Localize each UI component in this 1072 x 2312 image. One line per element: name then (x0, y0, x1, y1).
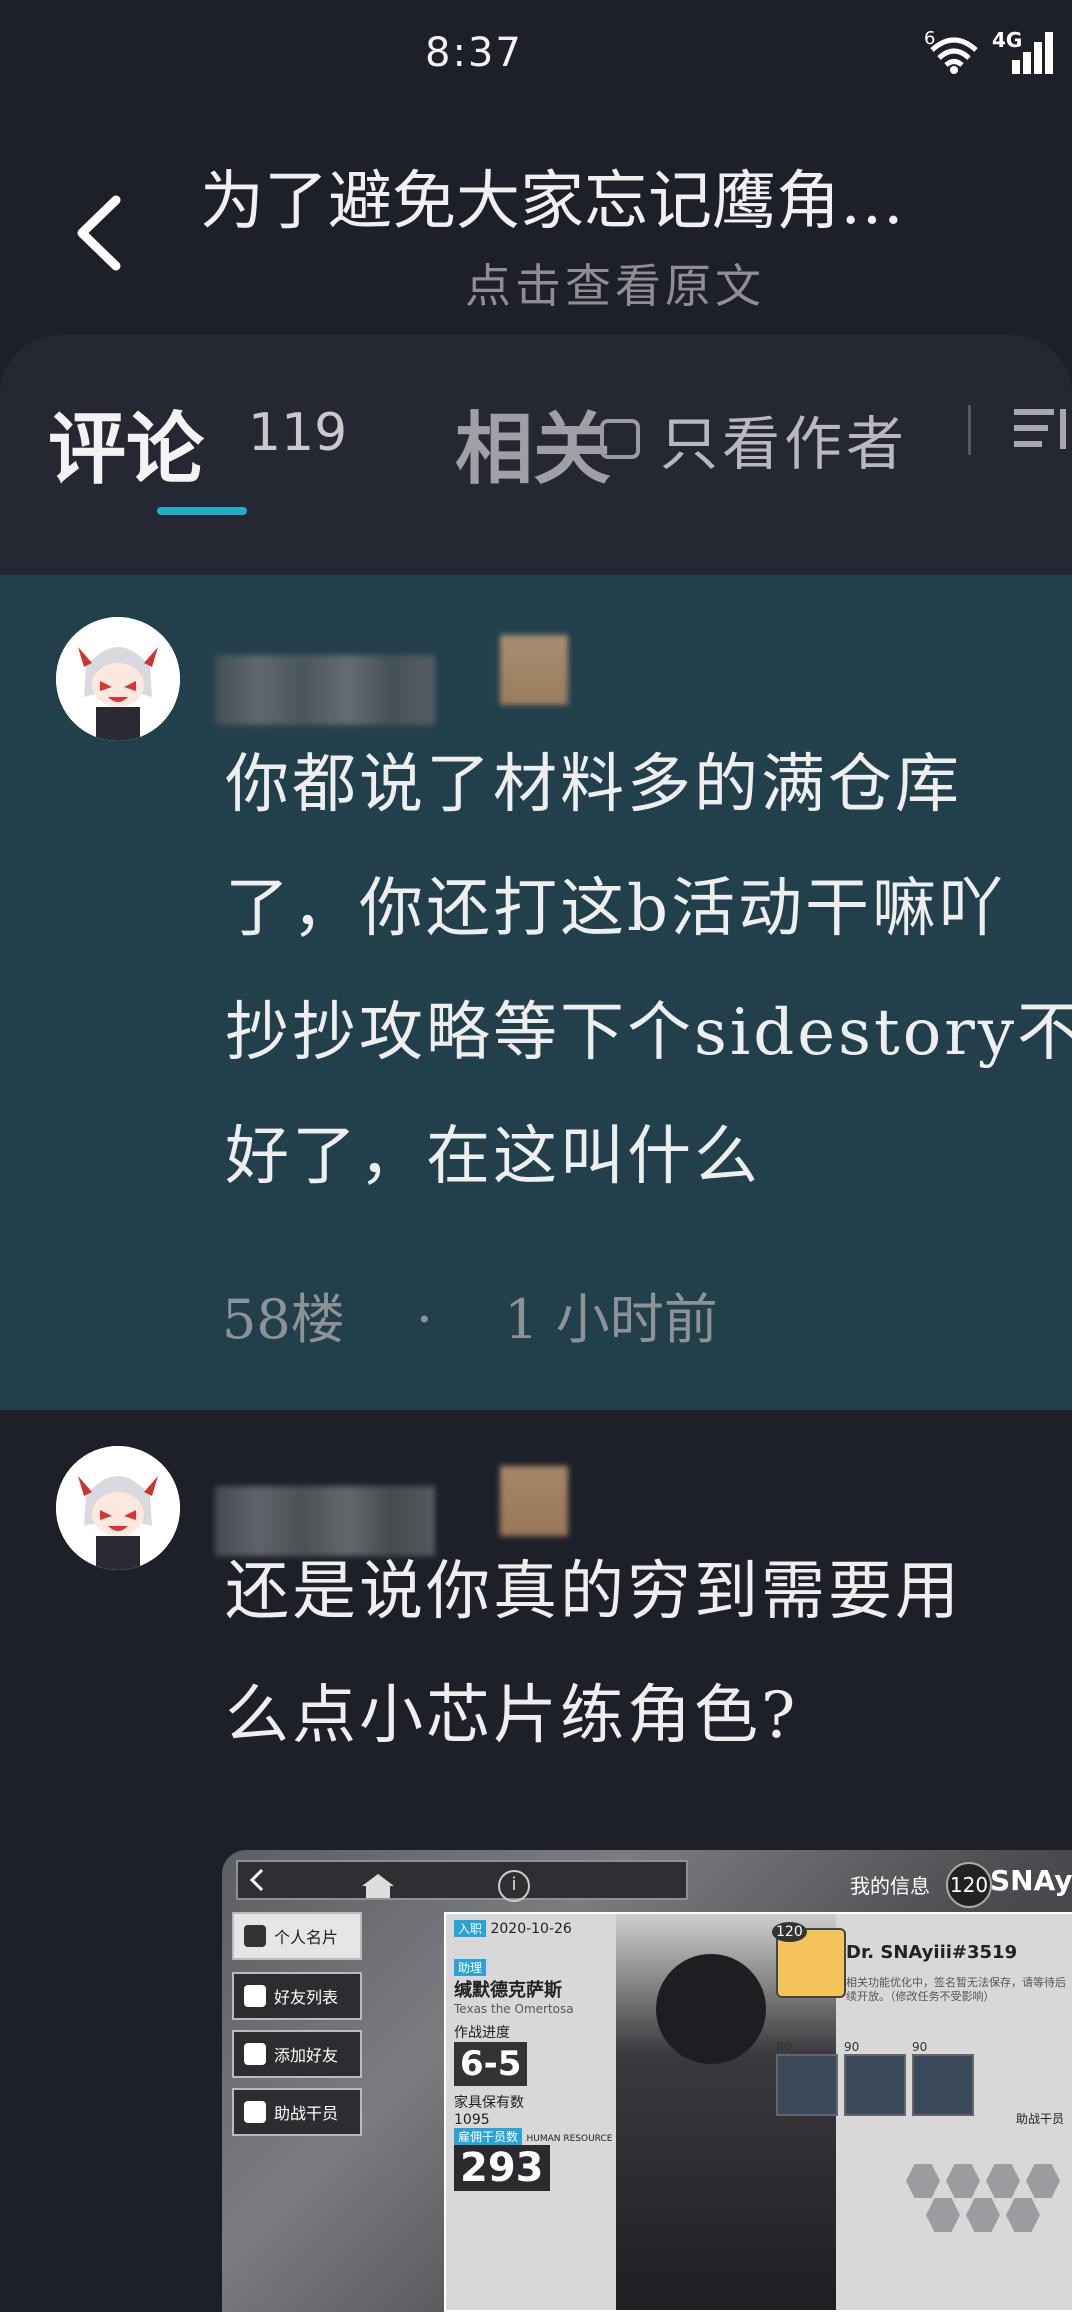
medal-hex (1006, 2198, 1040, 2232)
active-tab-indicator (157, 507, 247, 515)
avatar-image (56, 1446, 180, 1570)
game-menu-label: 助战干员 (274, 2104, 339, 2123)
id-card-icon (244, 1925, 266, 1947)
nav-bar: 为了避免大家忘记鹰角… 点击查看原文 (0, 110, 1072, 330)
status-bar: 8:37 6 4G (0, 0, 1072, 110)
medal-hex (966, 2198, 1000, 2232)
support-operator-slot (776, 2054, 838, 2116)
support-level: 90 (912, 2040, 928, 2054)
support-level: 90 (844, 2040, 860, 2054)
signal-icon: 4G (992, 28, 1054, 74)
game-username: SNAyii (990, 1864, 1072, 1897)
game-menu-item: 添加好友 (232, 2030, 362, 2078)
tabs-panel: 评论 119 相关 只看作者 (0, 335, 1072, 575)
furniture-label: 家具保有数 (454, 2095, 524, 2111)
assistant-operator-name: 缄默德克萨斯 (454, 1980, 562, 2001)
medal-hex (946, 2164, 980, 2198)
comment-image[interactable]: i 我的信息 120 SNAyii 个人名片 好友列表 添加好友 助战干员 入职… (222, 1850, 1072, 2312)
status-time: 8:37 (425, 30, 523, 76)
medal-hex (986, 2164, 1020, 2198)
doctor-name: Dr. SNAyiii#3519 (846, 1942, 1018, 1963)
tab-comments[interactable]: 评论 (48, 387, 204, 499)
add-friend-icon (244, 2043, 266, 2065)
game-menu-label: 个人名片 (274, 1928, 339, 1947)
username-redacted (215, 655, 435, 725)
assistant-operator-en: Texas the Omertosa (454, 2002, 574, 2016)
game-home-icon (362, 1874, 394, 1898)
doctor-level: 120 (772, 1922, 807, 1942)
support-label: 助战干员 (1016, 2112, 1065, 2126)
medal-hex (906, 2164, 940, 2198)
friends-icon (244, 1985, 266, 2007)
avatar[interactable] (56, 1446, 180, 1570)
game-info-icon: i (498, 1870, 530, 1902)
avatar-image (56, 617, 180, 741)
comment-time: 1 小时前 (504, 1288, 718, 1351)
game-level-badge: 120 (946, 1862, 992, 1908)
divider (968, 405, 971, 455)
wifi-icon: 6 (924, 28, 978, 74)
operator-artwork-head (656, 1954, 766, 2064)
doctor-signature-note: 相关功能优化中，签名暂无法保存，请等待后续开放。（修改任务不受影响） (846, 1976, 1066, 2003)
join-date: 2020-10-26 (490, 1921, 572, 1937)
game-menu-item: 好友列表 (232, 1972, 362, 2020)
view-original-link[interactable]: 点击查看原文 (465, 250, 765, 316)
back-arrow-icon[interactable] (68, 188, 128, 278)
meta-separator: · (415, 1288, 434, 1351)
game-menu-label: 添加好友 (274, 2046, 339, 2065)
support-operator-slot (844, 2054, 906, 2116)
avatar[interactable] (56, 617, 180, 741)
progress-label: 作战进度 (454, 2025, 510, 2041)
comment-text: 你都说了材料多的满仓库 了，你还打这b活动干嘛吖 抄抄攻略等下个sidestor… (225, 748, 1072, 1194)
tab-related[interactable]: 相关 (455, 387, 611, 499)
floor-number: 58楼 (222, 1288, 345, 1351)
furniture-value: 1095 (454, 2112, 490, 2128)
medal-hex (926, 2198, 960, 2232)
post-title: 为了避免大家忘记鹰角… (200, 165, 904, 239)
game-menu-item: 助战干员 (232, 2088, 362, 2136)
comment-text: 还是说你真的穷到需要用 么点小芯片练角色? (225, 1555, 962, 1753)
image-game-topbar: i (236, 1860, 688, 1902)
doctor-avatar: 120 (772, 1922, 846, 1998)
game-back-icon (249, 1868, 264, 1892)
game-menu-item: 个人名片 (232, 1912, 362, 1960)
support-icon (244, 2101, 266, 2123)
network-type: 4G (992, 28, 1023, 52)
medal-hex (1026, 2164, 1060, 2198)
user-badge-redacted (500, 635, 568, 705)
hr-tag: 雇佣干员数 (454, 2128, 523, 2145)
join-tag: 入职 (454, 1920, 487, 1937)
comment-meta: 58楼 · 1 小时前 (222, 1275, 718, 1354)
author-only-toggle[interactable]: 只看作者 (600, 397, 908, 481)
profile-details: 入职 2020-10-26 助理 缄默德克萨斯 Texas the Omerto… (454, 1920, 624, 2191)
game-my-info-label: 我的信息 (850, 1874, 930, 1898)
hr-sub: HUMAN RESOURCE (526, 2134, 613, 2144)
progress-value: 6-5 (454, 2042, 528, 2086)
support-operator-slot (912, 2054, 974, 2116)
status-icons: 6 4G (924, 28, 1054, 74)
author-only-checkbox[interactable] (600, 419, 640, 459)
assistant-tag: 助理 (454, 1959, 487, 1976)
game-profile-card: 入职 2020-10-26 助理 缄默德克萨斯 Texas the Omerto… (444, 1912, 1072, 2312)
operators-count: 293 (454, 2145, 550, 2191)
user-badge-redacted (500, 1466, 568, 1536)
author-only-label: 只看作者 (660, 410, 909, 478)
comment-item[interactable]: 你都说了材料多的满仓库 了，你还打这b活动干嘛吖 抄抄攻略等下个sidestor… (0, 575, 1072, 1410)
support-level: 80 (776, 2040, 792, 2054)
sort-icon[interactable] (1010, 405, 1072, 455)
comments-count: 119 (248, 403, 348, 463)
game-menu-label: 好友列表 (274, 1988, 339, 2007)
